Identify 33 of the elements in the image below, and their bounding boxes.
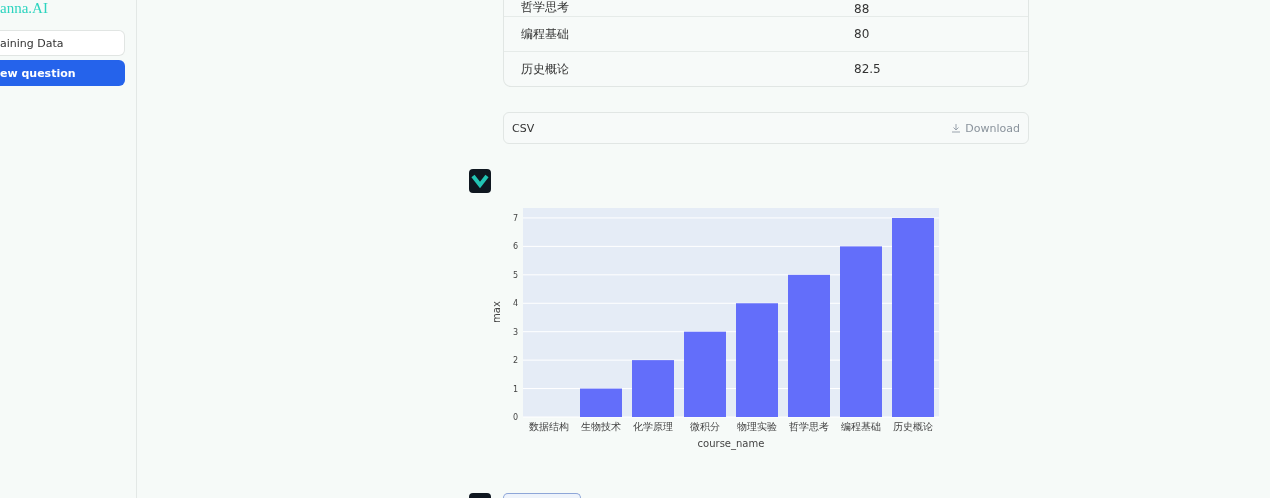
tick-label: 1: [512, 384, 518, 394]
category-label: 微积分: [690, 421, 720, 432]
sidebar-button[interactable]: aining Data: [0, 30, 125, 56]
tick-label: 0: [512, 413, 518, 422]
tick-label: 2: [512, 356, 518, 366]
bar: [580, 388, 622, 417]
table-cell: 82.5: [854, 62, 881, 76]
logo-text: anna.AI: [0, 0, 49, 16]
table-cell-text: 哲学思考: [520, 0, 570, 16]
category-label: 数据结构: [529, 421, 569, 432]
category-label: 编程基础: [841, 421, 881, 432]
download-button[interactable]: Download: [951, 121, 1020, 135]
tick-label: 5: [512, 270, 518, 280]
table-cell-text: 历史概论: [520, 60, 570, 78]
table-cell-text: 编程基础: [520, 25, 570, 43]
category-label: 哲学思考: [789, 421, 829, 432]
tick-label: 4: [512, 299, 518, 309]
bar: [632, 360, 674, 417]
download-icon: [951, 123, 962, 133]
axis-title: course_name: [697, 438, 765, 449]
category-label: 历史概论: [893, 421, 933, 432]
axis-title: max: [491, 301, 502, 323]
format-label: CSV: [512, 121, 535, 135]
table-cell: 80: [854, 27, 870, 41]
sidebar-button[interactable]: ew question: [0, 60, 125, 86]
avatar-icon: [469, 169, 491, 193]
tick-label: 6: [512, 242, 518, 252]
category-label: 物理实验: [737, 421, 777, 432]
tick-label: 7: [512, 213, 518, 223]
category-label: 生物技术: [581, 421, 621, 432]
tick-label: 3: [512, 327, 518, 337]
category-label: 化学原理: [633, 421, 673, 432]
table-cell: 88: [854, 2, 870, 16]
